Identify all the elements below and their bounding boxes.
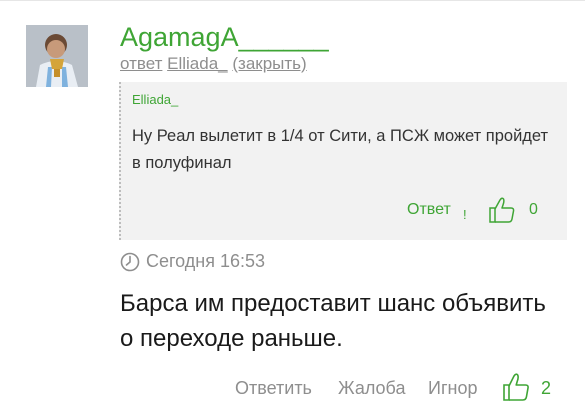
reply-button[interactable]: Ответить: [235, 378, 312, 399]
comment-author[interactable]: AgamagA______: [120, 20, 329, 54]
like-count: 2: [541, 378, 552, 398]
clock-icon: [120, 252, 140, 272]
quote-text: Ну Реал вылетит в 1/4 от Сити, а ПСЖ мож…: [132, 127, 549, 172]
thumbs-up-icon[interactable]: [487, 196, 517, 224]
reply-to-user-link[interactable]: Elliada_: [167, 54, 228, 73]
reply-prefix[interactable]: ответ: [120, 54, 162, 73]
thumbs-up-icon[interactable]: [501, 372, 531, 402]
quote-border: [119, 82, 121, 240]
quote-like-count: 0: [529, 201, 538, 218]
comment-timestamp: Сегодня 16:53: [146, 251, 266, 271]
quote-author[interactable]: Elliada_: [132, 92, 178, 107]
quoted-comment: Elliada_ Ну Реал вылетит в 1/4 от Сити, …: [119, 82, 567, 240]
close-quote-link[interactable]: (закрыть): [232, 54, 306, 73]
avatar-image: [26, 25, 88, 87]
comment-text: Барса им предоставит шанс объявить о пер…: [120, 290, 546, 352]
quote-reply-button[interactable]: Ответ: [407, 201, 451, 219]
report-button[interactable]: Жалоба: [338, 378, 405, 399]
avatar[interactable]: [26, 25, 88, 87]
ignore-button[interactable]: Игнор: [428, 378, 477, 399]
top-divider: [0, 0, 585, 1]
quote-separator: !: [463, 207, 467, 222]
reply-meta: ответ Elliada_ (закрыть): [120, 53, 307, 75]
